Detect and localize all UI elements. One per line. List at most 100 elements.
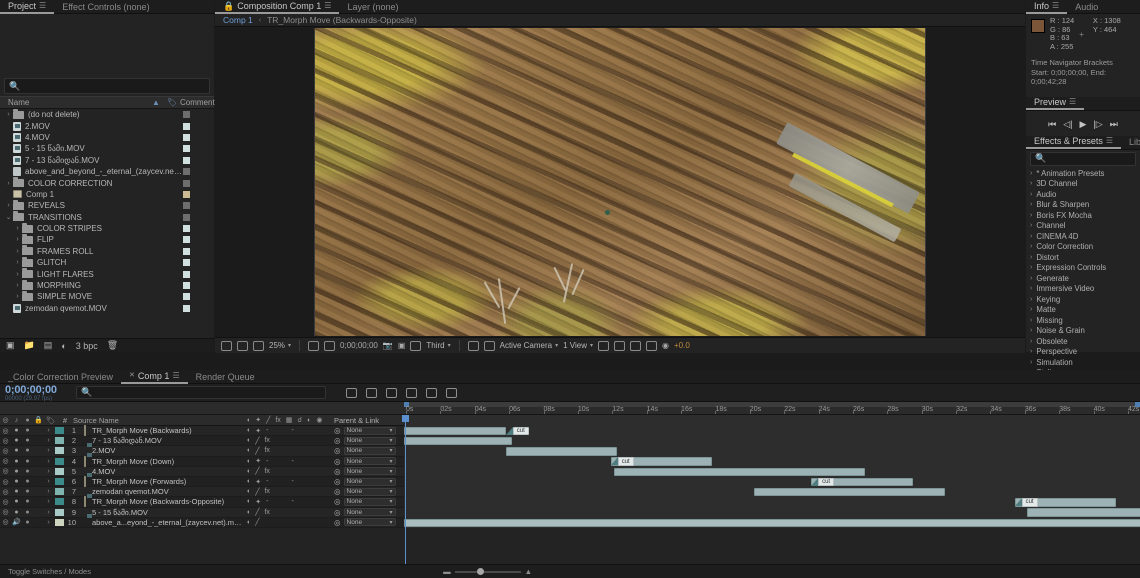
twirl-icon[interactable]: › <box>1030 348 1032 355</box>
effects-search-row[interactable]: 🔍 <box>1030 151 1136 166</box>
twirl-icon[interactable]: › <box>13 271 22 278</box>
tab-audio[interactable]: Audio <box>1067 0 1106 14</box>
twirl-icon[interactable]: › <box>13 225 22 232</box>
twirl-icon[interactable]: › <box>1030 191 1032 198</box>
timeline-clip[interactable] <box>1027 508 1140 517</box>
quality-dash[interactable]: - <box>266 498 268 505</box>
timeline-layer-row[interactable]: ◎ 🔊 ● › 10 above_a...eyond_-_eternal_(zaycev.… <box>0 517 404 528</box>
show-snapshot-icon[interactable]: ▣ <box>398 341 406 350</box>
layer-label-color[interactable] <box>55 498 64 506</box>
label-color-swatch[interactable] <box>183 304 190 312</box>
audio-toggle[interactable]: ● <box>11 458 22 465</box>
twirl-icon[interactable]: › <box>4 180 13 187</box>
layer-label-color[interactable] <box>55 518 64 526</box>
view-layout-select[interactable]: 1 View ▾ <box>563 341 593 350</box>
timeline-layer-row[interactable]: ◎ ● ● › 9 5 - 15 წამი.MOV ◖ ╱ fx ◎ None ▾ <box>0 507 404 518</box>
project-item[interactable]: › LIGHT FLARES <box>0 268 214 279</box>
quality-dash[interactable]: - <box>266 427 268 434</box>
blend-dash[interactable]: - <box>291 498 293 505</box>
layer-name[interactable]: TR_Morph Move (Forwards) <box>90 477 242 486</box>
label-color-swatch[interactable] <box>183 190 190 198</box>
pickwhip-icon[interactable]: ◎ <box>334 497 341 506</box>
effect-category[interactable]: › Channel <box>1026 220 1140 231</box>
zoom-in-icon[interactable]: ▲ <box>525 567 532 576</box>
twirl-icon[interactable]: › <box>1030 222 1032 229</box>
twirl-icon[interactable]: › <box>1030 359 1032 366</box>
video-toggle[interactable]: ◎ <box>0 488 11 496</box>
layer-label-color[interactable] <box>55 467 64 475</box>
effect-category[interactable]: › Simulation <box>1026 357 1140 368</box>
twirl-icon[interactable]: › <box>1030 212 1032 219</box>
pickwhip-icon[interactable]: ◎ <box>334 467 341 476</box>
twirl-icon[interactable]: › <box>1030 233 1032 240</box>
timeline-menu-icon[interactable]: ☰ <box>172 369 179 383</box>
toggle-switches-modes-button[interactable]: Toggle Switches / Modes <box>8 567 91 576</box>
preview-quality-icon[interactable] <box>467 340 479 351</box>
layer-label-color[interactable] <box>55 488 64 496</box>
timeline-clip[interactable] <box>404 436 513 446</box>
color-depth-icon[interactable]: ◐ <box>61 341 66 351</box>
parent-link-cell[interactable]: ◎ None ▾ <box>334 518 404 527</box>
parent-link-cell[interactable]: ◎ None ▾ <box>334 497 404 506</box>
camera-select[interactable]: Active Camera ▾ <box>500 341 558 350</box>
effect-category[interactable]: › * Animation Presets <box>1026 168 1140 179</box>
project-item[interactable]: › SIMPLE MOVE <box>0 290 214 302</box>
layer-name[interactable]: zemodan qvemot.MOV <box>90 487 242 496</box>
quality-icon[interactable]: ╱ <box>255 508 259 516</box>
solo-toggle[interactable]: ● <box>22 468 33 475</box>
project-item[interactable]: › MORPHING <box>0 279 214 291</box>
column-source-name[interactable]: Source Name <box>71 416 242 425</box>
graph-editor-icon[interactable] <box>446 387 457 398</box>
parent-link-cell[interactable]: ◎ None ▾ <box>334 508 404 517</box>
timeline-ruler[interactable]: 0s 02s 04s 06s 08s 10s 12s 14s 16s 18s 20s 22s 24s 26… <box>0 402 1140 415</box>
project-item[interactable]: above_and_beyond_-_eternal_(zaycev.net).… <box>0 166 214 177</box>
layer-label-color[interactable] <box>55 508 64 516</box>
pickwhip-icon[interactable]: ◎ <box>334 487 341 496</box>
video-toggle[interactable]: ◎ <box>0 498 11 506</box>
label-color-swatch[interactable] <box>183 293 190 301</box>
twirl-icon[interactable]: › <box>1030 170 1032 177</box>
timeline-clip[interactable] <box>404 426 506 436</box>
project-item[interactable]: 4.MOV <box>0 132 214 143</box>
region-of-interest-icon[interactable] <box>308 340 320 351</box>
effect-category[interactable]: › Missing <box>1026 315 1140 326</box>
timeline-clip[interactable] <box>613 467 866 476</box>
parent-dropdown[interactable]: None ▾ <box>343 518 396 527</box>
timeline-search-input[interactable]: 🔍 <box>76 386 326 399</box>
current-time-indicator[interactable] <box>402 415 409 575</box>
cut-marker-label[interactable]: cut <box>818 477 835 487</box>
timeline-layer-row[interactable]: ◎ ● ● › 6 TR_Morph Move (Forwards) ◖ ✦ - - ◎ None ▾ <box>0 476 404 488</box>
shy-icon[interactable]: ◖ <box>246 478 250 485</box>
label-color-swatch[interactable] <box>183 168 190 176</box>
timeline-layer-row[interactable]: ◎ ● ● › 4 TR_Morph Move (Down) ◖ ✦ - - ◎ None ▾ <box>0 455 404 467</box>
effect-category[interactable]: › Immersive Video <box>1026 283 1140 294</box>
solo-toggle[interactable]: ● <box>22 458 33 465</box>
twirl-icon[interactable]: › <box>1030 296 1032 303</box>
exposure-icon[interactable]: ◉ <box>662 341 669 350</box>
twirl-icon[interactable]: › <box>1030 254 1032 261</box>
project-item[interactable]: › GLITCH <box>0 256 214 268</box>
cut-marker-label[interactable]: cut <box>1021 498 1038 507</box>
collapse-icon[interactable]: ✦ <box>255 457 261 465</box>
parent-link-cell[interactable]: ◎ None ▾ <box>334 436 404 445</box>
twirl-icon[interactable]: › <box>1030 306 1032 313</box>
parent-dropdown[interactable]: None ▾ <box>343 477 396 486</box>
hide-shy-layers-icon[interactable] <box>386 387 397 398</box>
quality-dash[interactable]: - <box>266 458 268 465</box>
effect-category[interactable]: › Generate <box>1026 273 1140 284</box>
audio-toggle[interactable]: ● <box>11 427 22 434</box>
solo-toggle[interactable]: ● <box>22 498 33 505</box>
layer-name[interactable]: TR_Morph Move (Down) <box>90 457 242 466</box>
comp-timecode[interactable]: 0;00;00;00 <box>340 341 378 350</box>
effect-category[interactable]: › Blur & Sharpen <box>1026 199 1140 210</box>
twirl-icon[interactable]: › <box>1030 264 1032 271</box>
twirl-icon[interactable]: › <box>13 236 22 243</box>
tab-comp1[interactable]: ✕ Comp 1 ☰ <box>121 370 188 384</box>
new-folder-icon[interactable]: 📁 <box>24 340 35 351</box>
live-update-icon[interactable] <box>346 387 357 398</box>
transparency-grid-icon[interactable] <box>237 340 248 351</box>
pixel-aspect-icon[interactable] <box>598 340 609 351</box>
layer-name[interactable]: 4.MOV <box>90 467 242 476</box>
quality-dash[interactable]: - <box>266 478 268 485</box>
parent-dropdown[interactable]: None ▾ <box>343 508 396 517</box>
